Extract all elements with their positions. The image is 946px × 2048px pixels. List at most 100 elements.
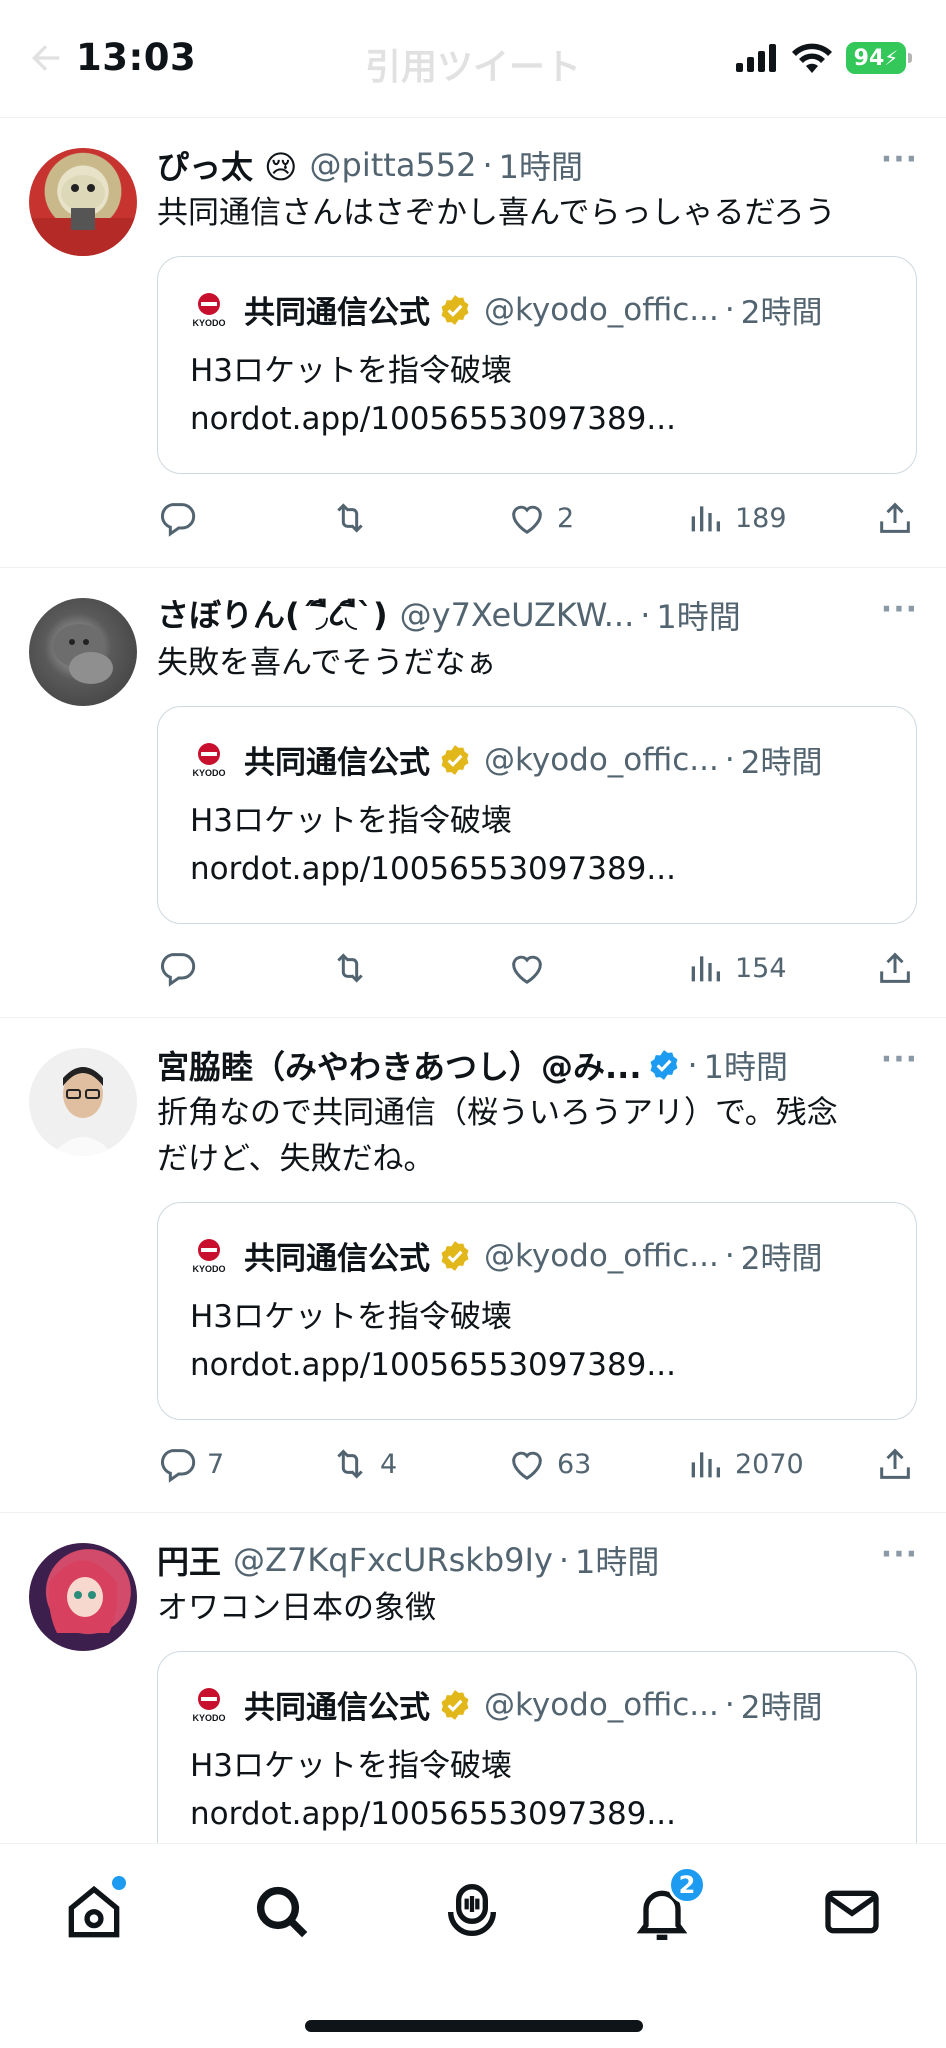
verified-gold-icon — [441, 294, 469, 325]
quote-tweet-feed: ぴっ太 😢 @pitta552 · 1時間 ··· 共同通信さんはさぞかし喜んで… — [0, 118, 946, 1913]
retweet-icon — [337, 1449, 363, 1479]
notifications-badge: 2 — [668, 1866, 706, 1904]
like-button[interactable]: 63 — [507, 1444, 591, 1484]
separator-dot: · — [558, 1541, 570, 1579]
user-handle[interactable]: @Z7KqFxcURskb9Iy — [233, 1541, 553, 1579]
more-options-icon[interactable]: ··· — [881, 1537, 918, 1572]
retweet-button[interactable] — [330, 498, 380, 538]
tweet[interactable]: ぴっ太 😢 @pitta552 · 1時間 ··· 共同通信さんはさぞかし喜んで… — [0, 118, 946, 568]
quoted-text-line: H3ロケットを指令破壊 — [190, 1299, 513, 1335]
search-icon — [256, 1886, 308, 1938]
tab-home[interactable] — [62, 1876, 126, 1944]
quoted-link[interactable]: nordot.app/10056553097389... — [190, 395, 676, 443]
retweet-icon — [337, 503, 363, 533]
timestamp[interactable]: 1時間 — [575, 1537, 659, 1583]
tweet-actions: 2 189 — [157, 490, 917, 540]
display-name[interactable]: 宮脇睦（みやわきあつし）@み... — [157, 1042, 641, 1088]
tab-messages[interactable] — [820, 1880, 884, 1944]
status-time: 13:03 — [76, 36, 197, 79]
more-options-icon[interactable]: ··· — [881, 142, 918, 177]
battery-icon: 94 ⚡ — [846, 42, 912, 74]
quoted-display-name: 共同通信公式 — [244, 745, 430, 781]
retweet-count: 4 — [380, 1448, 398, 1480]
separator-dot: · — [482, 146, 493, 184]
quoted-timestamp: 2時間 — [740, 745, 823, 781]
quoted-tweet-header: KYODO 共同通信公式 @kyodo_offic... · 2時間 — [188, 1682, 886, 1727]
tweet-actions: 7 4 63 2070 — [157, 1436, 917, 1486]
avatar[interactable] — [29, 1543, 137, 1651]
tweet-text: 失敗を喜んでそうだなぁ — [157, 645, 497, 681]
mail-icon — [825, 1890, 879, 1934]
reply-button[interactable] — [157, 498, 207, 538]
quoted-tweet-card[interactable]: KYODO 共同通信公式 @kyodo_offic... · 2時間 H3ロケッ… — [157, 256, 917, 474]
quoted-link[interactable]: nordot.app/10056553097389... — [190, 1341, 676, 1389]
retweet-button[interactable]: 4 — [330, 1444, 397, 1484]
quoted-tweet-card[interactable]: KYODO 共同通信公式 @kyodo_offic... · 2時間 H3ロケッ… — [157, 706, 917, 924]
retweet-icon — [337, 953, 363, 983]
quoted-timestamp: 2時間 — [740, 295, 823, 331]
reply-icon — [160, 1449, 196, 1483]
views-button[interactable]: 154 — [685, 948, 787, 988]
quoted-text-line: H3ロケットを指令破壊 — [190, 353, 513, 389]
tweet[interactable]: 宮脇睦（みやわきあつし）@み... · 1時間 ··· 折角なので共同通信（桜う… — [0, 1018, 946, 1513]
avatar[interactable] — [29, 598, 137, 706]
quoted-tweet-text: H3ロケットを指令破壊 nordot.app/10056553097389... — [190, 797, 676, 893]
avatar[interactable] — [29, 1048, 137, 1156]
quoted-link[interactable]: nordot.app/10056553097389... — [190, 845, 676, 893]
views-button[interactable]: 2070 — [685, 1444, 804, 1484]
quoted-timestamp: 2時間 — [740, 1690, 823, 1726]
quoted-tweet-card[interactable]: KYODO 共同通信公式 @kyodo_offic... · 2時間 H3ロケッ… — [157, 1202, 917, 1420]
tab-spaces[interactable] — [440, 1880, 504, 1944]
share-icon — [880, 1448, 910, 1479]
more-options-icon[interactable]: ··· — [881, 1042, 918, 1077]
timestamp[interactable]: 1時間 — [656, 592, 740, 638]
kyodo-logo-icon: KYODO — [192, 1238, 226, 1274]
display-name[interactable]: 円王 — [157, 1537, 221, 1583]
retweet-button[interactable] — [330, 948, 380, 988]
share-button[interactable] — [875, 948, 915, 988]
share-icon — [880, 952, 910, 983]
avatar[interactable] — [29, 148, 137, 256]
share-icon — [880, 502, 910, 533]
tab-notifications[interactable]: 2 — [630, 1866, 706, 1944]
timestamp[interactable]: 1時間 — [704, 1042, 788, 1088]
tweet-text: 折角なので共同通信（桜ういろうアリ）で。残念 だけど、失敗だね。 — [157, 1090, 918, 1182]
views-button[interactable]: 189 — [685, 498, 787, 538]
tweet[interactable]: さぼりん(´◞ื८◟ื`) @y7XeUZKW... · 1時間 ··· 失敗を… — [0, 568, 946, 1018]
like-button[interactable] — [507, 948, 557, 988]
view-count: 154 — [735, 952, 787, 984]
verified-gold-icon — [441, 744, 469, 775]
quoted-handle: @kyodo_offic... — [484, 1686, 719, 1723]
share-button[interactable] — [875, 498, 915, 538]
reply-button[interactable]: 7 — [157, 1444, 224, 1484]
like-count: 63 — [557, 1448, 592, 1480]
like-button[interactable]: 2 — [507, 498, 574, 538]
tweet-header: 宮脇睦（みやわきあつし）@み... · 1時間 — [157, 1042, 918, 1088]
separator-dot: · — [724, 1686, 735, 1723]
reply-button[interactable] — [157, 948, 207, 988]
separator-dot: · — [724, 1237, 735, 1274]
user-handle[interactable]: @pitta552 — [310, 146, 477, 184]
quoted-timestamp: 2時間 — [740, 1241, 823, 1277]
tweet-text: オワコン日本の象徴 — [157, 1590, 436, 1626]
separator-dot: · — [640, 596, 651, 634]
heart-icon — [512, 505, 542, 534]
share-button[interactable] — [875, 1444, 915, 1484]
quoted-tweet-card[interactable]: KYODO 共同通信公式 @kyodo_offic... · 2時間 H3ロケッ… — [157, 1651, 917, 1869]
user-handle[interactable]: @y7XeUZKW... — [400, 596, 635, 634]
tab-search[interactable] — [250, 1880, 314, 1944]
quoted-display-name: 共同通信公式 — [244, 1690, 430, 1726]
views-chart-icon — [691, 1452, 720, 1478]
display-name[interactable]: さぼりん(´◞ื८◟ื`) — [157, 590, 388, 641]
quoted-link[interactable]: nordot.app/10056553097389... — [190, 1790, 676, 1838]
reply-icon — [160, 503, 196, 537]
bottom-tab-bar: 2 — [0, 1843, 946, 2048]
timestamp[interactable]: 1時間 — [499, 142, 583, 188]
quoted-display-name: 共同通信公式 — [244, 295, 430, 331]
display-name[interactable]: ぴっ太 😢 — [157, 142, 298, 188]
svg-text:KYODO: KYODO — [192, 1713, 225, 1723]
more-options-icon[interactable]: ··· — [881, 592, 918, 627]
battery-level: 94 — [853, 45, 885, 71]
tweet-text-line: だけど、失敗だね。 — [157, 1141, 435, 1177]
quoted-handle: @kyodo_offic... — [484, 1237, 719, 1274]
